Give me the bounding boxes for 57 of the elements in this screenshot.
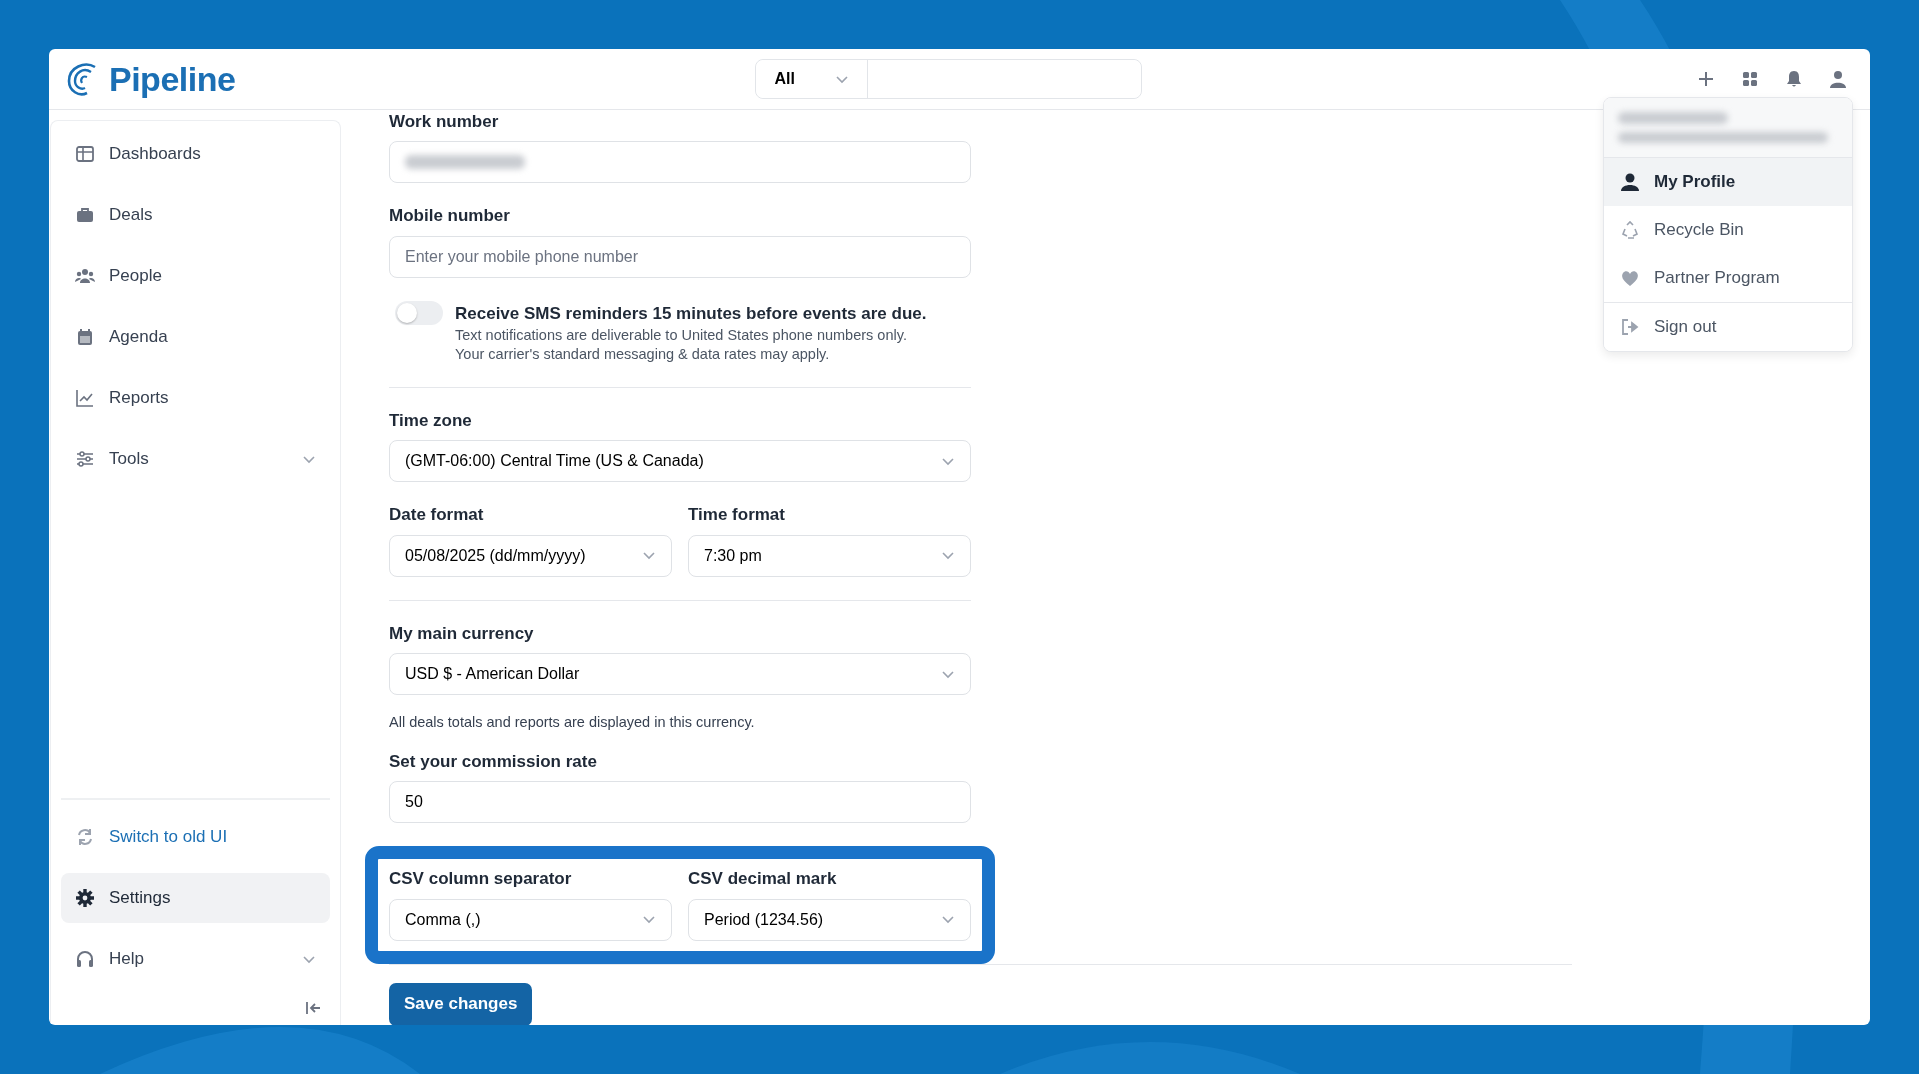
person-icon bbox=[1620, 172, 1640, 192]
line-chart-icon bbox=[75, 388, 95, 408]
sliders-icon bbox=[75, 449, 95, 469]
dashboard-icon bbox=[75, 144, 95, 164]
apps-grid-icon[interactable] bbox=[1740, 69, 1760, 89]
select-field[interactable]: USD $ - American Dollar bbox=[389, 653, 971, 696]
toggle-label: Receive SMS reminders 15 minutes before events are due. bbox=[455, 302, 927, 325]
sidebar-item[interactable]: Dashboards bbox=[61, 129, 330, 179]
select-field[interactable]: (GMT-06:00) Central Time (US & Canada) bbox=[389, 440, 971, 483]
sign-out-icon bbox=[1620, 317, 1640, 337]
sidebar-item[interactable]: Reports bbox=[61, 373, 330, 423]
save-button[interactable]: Save changes bbox=[389, 982, 533, 1025]
sidebar-item[interactable]: Switch to old UI bbox=[61, 812, 330, 862]
sidebar-item[interactable]: People bbox=[61, 251, 330, 301]
field-label: Date format bbox=[389, 505, 485, 526]
help-text: All deals totals and reports are displayed in this currency. bbox=[389, 713, 756, 733]
plus-icon[interactable] bbox=[1696, 69, 1716, 89]
menu-item[interactable]: Recycle Bin bbox=[1604, 206, 1852, 254]
field-label: Mobile number bbox=[389, 206, 511, 227]
sidebar-item[interactable]: Help bbox=[61, 934, 330, 984]
sidebar-item[interactable]: Agenda bbox=[61, 312, 330, 362]
heart-icon bbox=[1620, 268, 1640, 288]
search-field[interactable]: All bbox=[755, 59, 1143, 99]
input-field[interactable]: 50 bbox=[389, 781, 971, 824]
menu-item[interactable]: My Profile bbox=[1604, 158, 1852, 206]
field-label: My main currency bbox=[389, 623, 535, 645]
field-label: Set your commission rate bbox=[389, 751, 598, 773]
recycle-icon bbox=[1620, 220, 1640, 240]
refresh-icon bbox=[75, 827, 95, 847]
toggle-switch[interactable] bbox=[395, 300, 443, 325]
input-field[interactable]: Enter your mobile phone number bbox=[389, 235, 971, 278]
briefcase-icon bbox=[75, 205, 95, 225]
bell-icon[interactable] bbox=[1784, 69, 1804, 89]
menu-item[interactable]: Sign out bbox=[1604, 303, 1852, 351]
select-field[interactable]: Period (1234.56) bbox=[688, 898, 971, 941]
help-text: Your carrier's standard messaging & data rates may apply. bbox=[455, 345, 831, 364]
select-field[interactable]: 7:30 pm bbox=[688, 534, 971, 577]
headphones-icon bbox=[75, 949, 95, 969]
user-icon[interactable] bbox=[1828, 69, 1848, 89]
collapse-icon[interactable] bbox=[304, 999, 322, 1017]
field-label: CSV column separator bbox=[389, 869, 573, 890]
logo-text: Pipeline bbox=[109, 58, 236, 100]
calendar-icon bbox=[75, 327, 95, 347]
field-label: CSV decimal mark bbox=[688, 869, 838, 890]
settings-icon bbox=[75, 888, 95, 908]
help-text: Text notifications are deliverable to United States phone numbers only. bbox=[455, 326, 908, 346]
menu-item[interactable]: Partner Program bbox=[1604, 254, 1852, 302]
field-label: Work number bbox=[389, 112, 500, 133]
input-field[interactable] bbox=[389, 141, 971, 184]
field-label: Time zone bbox=[389, 410, 473, 432]
field-label: Time format bbox=[688, 505, 786, 526]
sidebar-item[interactable]: Deals bbox=[61, 190, 330, 240]
sidebar-item[interactable]: Settings bbox=[61, 873, 330, 923]
sidebar-item[interactable]: Tools bbox=[61, 434, 330, 484]
select-field[interactable]: Comma (,) bbox=[389, 898, 672, 941]
people-icon bbox=[75, 266, 95, 286]
select-field[interactable]: 05/08/2025 (dd/mm/yyyy) bbox=[389, 534, 672, 577]
